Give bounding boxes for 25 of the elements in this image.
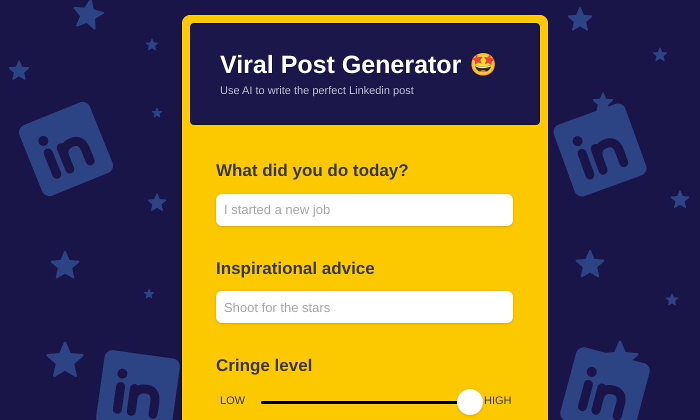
text-field[interactable]: I started a new job — [216, 194, 513, 226]
field-label: What did you do today? — [216, 160, 410, 182]
star-icon — [74, 0, 104, 30]
app-title: Viral Post Generator — [220, 50, 462, 81]
slider-thumb[interactable] — [457, 388, 483, 414]
star-icon — [670, 190, 690, 208]
star-icon — [50, 250, 80, 278]
star-icon — [652, 47, 668, 62]
text-field[interactable]: Shoot for the stars — [216, 291, 513, 323]
slider-track[interactable] — [261, 388, 483, 414]
star-icon — [568, 7, 592, 31]
max-label: HIGH — [484, 394, 512, 410]
field-label: Inspirational advice — [216, 258, 376, 280]
field-label: Cringe level — [216, 355, 314, 377]
star-icon — [576, 250, 604, 278]
star-icon — [146, 38, 158, 50]
subtitle: Use AI to write the perfect Linkedin post — [220, 84, 415, 99]
star-icon — [46, 342, 84, 377]
star-icon — [144, 288, 154, 298]
star-icon — [148, 193, 166, 211]
star-icon — [152, 108, 162, 118]
star-icon — [666, 294, 678, 306]
emoji-icon: 🤩 — [469, 49, 496, 81]
star-icon — [8, 60, 30, 80]
min-label: LOW — [219, 394, 246, 410]
